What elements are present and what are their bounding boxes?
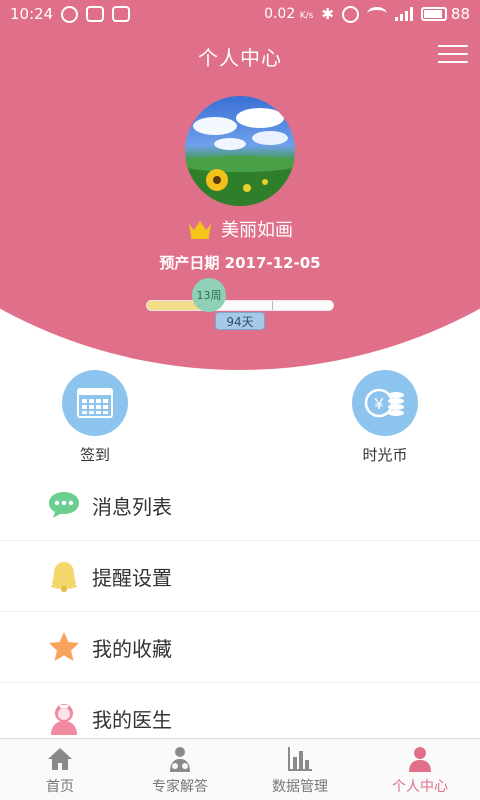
time-coins-button[interactable]: ¥ 时光币 bbox=[330, 370, 440, 465]
tab-label: 专家解答 bbox=[152, 779, 208, 795]
notification-app-icon bbox=[61, 5, 79, 23]
menu-item-label: 消息列表 bbox=[92, 494, 172, 519]
calendar-icon bbox=[62, 370, 128, 436]
menu-item-label: 我的收藏 bbox=[92, 636, 172, 661]
menu-item-reminders[interactable]: 提醒设置 bbox=[0, 541, 480, 612]
stethoscope-icon bbox=[165, 744, 195, 774]
due-date: 预产日期 2017-12-05 bbox=[159, 254, 321, 272]
username: 美丽如画 bbox=[221, 220, 293, 241]
menu-item-favorites[interactable]: 我的收藏 bbox=[0, 612, 480, 683]
bottom-tab-bar: 首页 专家解答 数据管理 个人中心 bbox=[0, 738, 480, 800]
bar-chart-icon bbox=[285, 744, 315, 774]
status-bar: 10:24 0.02 K/s ✱ 88 bbox=[0, 0, 480, 28]
battery-icon bbox=[420, 7, 447, 21]
tab-label: 个人中心 bbox=[392, 779, 448, 795]
crown-icon bbox=[189, 221, 211, 239]
bluetooth-icon: ✱ bbox=[321, 5, 334, 23]
tab-label: 数据管理 bbox=[272, 779, 328, 795]
notification-image-icon bbox=[112, 6, 131, 22]
battery-indicator: 88 bbox=[420, 5, 470, 23]
checkin-label: 签到 bbox=[79, 446, 110, 464]
alarm-icon bbox=[341, 5, 359, 23]
tab-expert-answers[interactable]: 专家解答 bbox=[120, 739, 240, 800]
days-tag: 94天 bbox=[215, 312, 265, 330]
checkin-button[interactable]: 签到 bbox=[40, 370, 150, 465]
time-coins-label: 时光币 bbox=[362, 446, 408, 464]
battery-level: 88 bbox=[450, 5, 470, 23]
doctor-icon bbox=[46, 700, 82, 736]
pregnancy-progress-bar bbox=[146, 300, 334, 311]
signal-icon bbox=[394, 7, 413, 21]
title-bar: 个人中心 bbox=[0, 36, 480, 76]
person-icon bbox=[405, 744, 435, 774]
menu-item-messages[interactable]: 消息列表 bbox=[0, 470, 480, 541]
svg-text:¥: ¥ bbox=[374, 396, 384, 413]
notification-message-icon bbox=[86, 6, 105, 22]
status-time: 10:24 bbox=[10, 5, 54, 23]
personal-center-page: 10:24 0.02 K/s ✱ 88 个人中心 美丽如画 预产日期 2017-… bbox=[0, 0, 480, 800]
username-row: 美丽如画 bbox=[0, 216, 480, 242]
home-icon bbox=[45, 744, 75, 774]
avatar[interactable] bbox=[185, 96, 295, 206]
network-speed: 0.02 K/s bbox=[264, 6, 314, 22]
menu-list: 消息列表 提醒设置 我的收藏 我的医生 bbox=[0, 470, 480, 754]
coins-icon: ¥ bbox=[352, 370, 418, 436]
menu-item-label: 我的医生 bbox=[92, 707, 172, 732]
star-icon bbox=[46, 629, 82, 665]
tab-personal-center[interactable]: 个人中心 bbox=[360, 739, 480, 800]
tab-home[interactable]: 首页 bbox=[0, 739, 120, 800]
menu-item-label: 提醒设置 bbox=[92, 565, 172, 590]
bell-icon bbox=[46, 558, 82, 594]
wifi-icon bbox=[366, 7, 387, 21]
tab-data-management[interactable]: 数据管理 bbox=[240, 739, 360, 800]
hamburger-menu-icon[interactable] bbox=[438, 45, 468, 67]
pregnancy-week-bubble: 13周 bbox=[192, 278, 226, 312]
chat-bubble-icon bbox=[46, 487, 82, 523]
page-title: 个人中心 bbox=[198, 46, 282, 70]
tab-label: 首页 bbox=[46, 779, 74, 795]
